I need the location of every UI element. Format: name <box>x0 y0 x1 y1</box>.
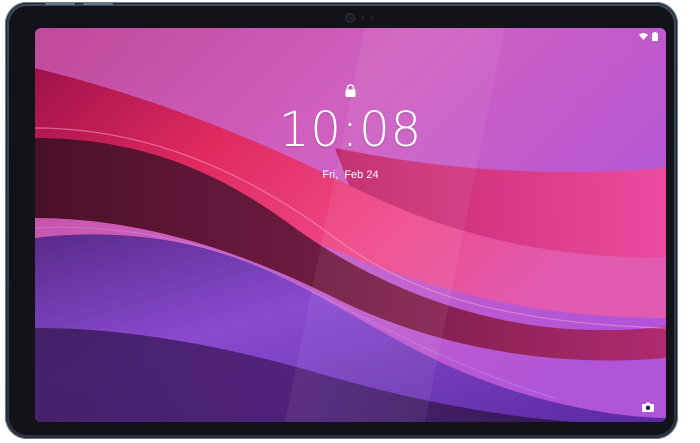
lock-screen[interactable]: 10:08 Fri, Feb 24 <box>35 28 666 422</box>
date-label: Feb 24 <box>344 169 379 181</box>
power-button[interactable] <box>83 2 113 5</box>
lock-screen-clock: 10:08 <box>278 102 423 158</box>
screen-bezel: 10:08 Fri, Feb 24 <box>9 6 674 435</box>
front-camera-icon <box>346 14 354 22</box>
day-label: Fri, <box>322 169 339 181</box>
battery-icon <box>652 32 658 41</box>
light-sensor-icon <box>361 16 365 20</box>
camera-icon[interactable] <box>642 402 654 412</box>
lock-icon[interactable] <box>345 84 356 97</box>
wifi-icon <box>639 33 648 40</box>
tablet-device: 10:08 Fri, Feb 24 <box>5 2 678 439</box>
volume-button[interactable] <box>45 2 75 5</box>
proximity-sensor-icon <box>370 16 374 20</box>
lock-screen-date: Fri, Feb 24 <box>35 170 666 181</box>
status-bar <box>639 32 658 41</box>
